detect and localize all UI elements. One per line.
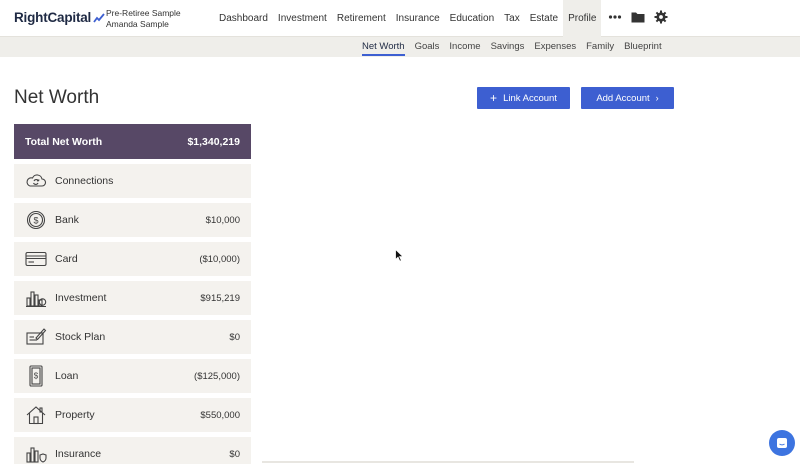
folder-icon[interactable] xyxy=(631,11,645,23)
add-account-label: Add Account xyxy=(596,92,650,104)
tab-goals[interactable]: Goals xyxy=(410,37,445,57)
svg-text:$: $ xyxy=(33,216,38,226)
category-value: $915,219 xyxy=(200,292,240,304)
main-nav: Dashboard Investment Retirement Insuranc… xyxy=(214,0,602,37)
tab-net-worth[interactable]: Net Worth xyxy=(357,37,410,57)
chat-support-button[interactable] xyxy=(769,430,795,456)
category-value: $550,000 xyxy=(200,409,240,421)
nav-profile[interactable]: Profile xyxy=(563,0,602,37)
client-plan-name: Pre-Retiree Sample xyxy=(106,8,181,18)
sub-nav-bar: Net Worth Goals Income Savings Expenses … xyxy=(0,37,800,57)
insurance-icon xyxy=(24,443,48,464)
category-bank[interactable]: $ Bank $10,000 xyxy=(14,203,251,237)
nav-investment[interactable]: Investment xyxy=(273,0,332,37)
category-value: ($10,000) xyxy=(199,253,240,265)
category-value: $0 xyxy=(229,448,240,460)
sub-nav: Net Worth Goals Income Savings Expenses … xyxy=(357,37,667,57)
logo-mark-icon xyxy=(93,12,105,23)
tab-family[interactable]: Family xyxy=(581,37,619,57)
link-account-label: Link Account xyxy=(503,92,557,104)
category-value: $10,000 xyxy=(205,214,240,226)
cloud-sync-icon xyxy=(24,170,48,192)
net-worth-sidebar: Total Net Worth $1,340,219 Connections $… xyxy=(14,124,251,464)
nav-retirement[interactable]: Retirement xyxy=(332,0,391,37)
mouse-cursor-icon xyxy=(395,248,405,267)
nav-dashboard[interactable]: Dashboard xyxy=(214,0,273,37)
tab-blueprint[interactable]: Blueprint xyxy=(619,37,667,57)
tab-expenses[interactable]: Expenses xyxy=(529,37,581,57)
category-label: Property xyxy=(55,409,95,421)
house-icon xyxy=(24,404,48,426)
stock-certificate-icon xyxy=(24,326,48,348)
nav-tax[interactable]: Tax xyxy=(499,0,525,37)
more-icon[interactable] xyxy=(608,10,622,24)
tab-savings[interactable]: Savings xyxy=(486,37,530,57)
category-value: ($125,000) xyxy=(194,370,240,382)
total-net-worth-label: Total Net Worth xyxy=(25,135,103,148)
client-info[interactable]: Pre-Retiree Sample Amanda Sample xyxy=(106,8,181,30)
credit-card-icon xyxy=(24,248,48,270)
investment-chart-icon xyxy=(24,287,48,309)
category-label: Insurance xyxy=(55,448,102,460)
tab-income[interactable]: Income xyxy=(444,37,485,57)
loan-document-icon: $ xyxy=(24,365,48,387)
gear-icon[interactable] xyxy=(654,10,668,24)
category-label: Bank xyxy=(55,214,79,226)
total-net-worth-row[interactable]: Total Net Worth $1,340,219 xyxy=(14,124,251,159)
category-loan[interactable]: $ Loan ($125,000) xyxy=(14,359,251,393)
chevron-right-icon: › xyxy=(655,93,659,103)
link-account-button[interactable]: + Link Account xyxy=(477,87,570,109)
nav-estate[interactable]: Estate xyxy=(525,0,563,37)
horizontal-scrollbar[interactable] xyxy=(262,461,634,463)
category-label: Stock Plan xyxy=(55,331,106,343)
nav-insurance[interactable]: Insurance xyxy=(391,0,445,37)
category-label: Card xyxy=(55,253,78,265)
page-title: Net Worth xyxy=(14,87,100,108)
client-name: Amanda Sample xyxy=(106,19,169,29)
category-label: Investment xyxy=(55,292,107,304)
category-connections[interactable]: Connections xyxy=(14,164,251,198)
top-nav-bar: RightCapital Pre-Retiree Sample Amanda S… xyxy=(0,0,800,37)
nav-icon-group xyxy=(608,10,677,24)
category-card[interactable]: Card ($10,000) xyxy=(14,242,251,276)
logo[interactable]: RightCapital xyxy=(14,10,105,25)
plus-icon: + xyxy=(490,91,498,105)
svg-text:$: $ xyxy=(34,372,39,381)
category-property[interactable]: Property $550,000 xyxy=(14,398,251,432)
nav-education[interactable]: Education xyxy=(445,0,499,37)
category-label: Connections xyxy=(55,175,114,187)
category-investment[interactable]: Investment $915,219 xyxy=(14,281,251,315)
total-net-worth-value: $1,340,219 xyxy=(187,135,240,148)
category-label: Loan xyxy=(55,370,79,382)
add-account-button[interactable]: Add Account › xyxy=(581,87,674,109)
dollar-coin-icon: $ xyxy=(24,209,48,231)
chat-icon xyxy=(777,438,787,448)
category-value: $0 xyxy=(229,331,240,343)
logo-text: RightCapital xyxy=(14,10,92,25)
category-insurance[interactable]: Insurance $0 xyxy=(14,437,251,464)
category-stock-plan[interactable]: Stock Plan $0 xyxy=(14,320,251,354)
